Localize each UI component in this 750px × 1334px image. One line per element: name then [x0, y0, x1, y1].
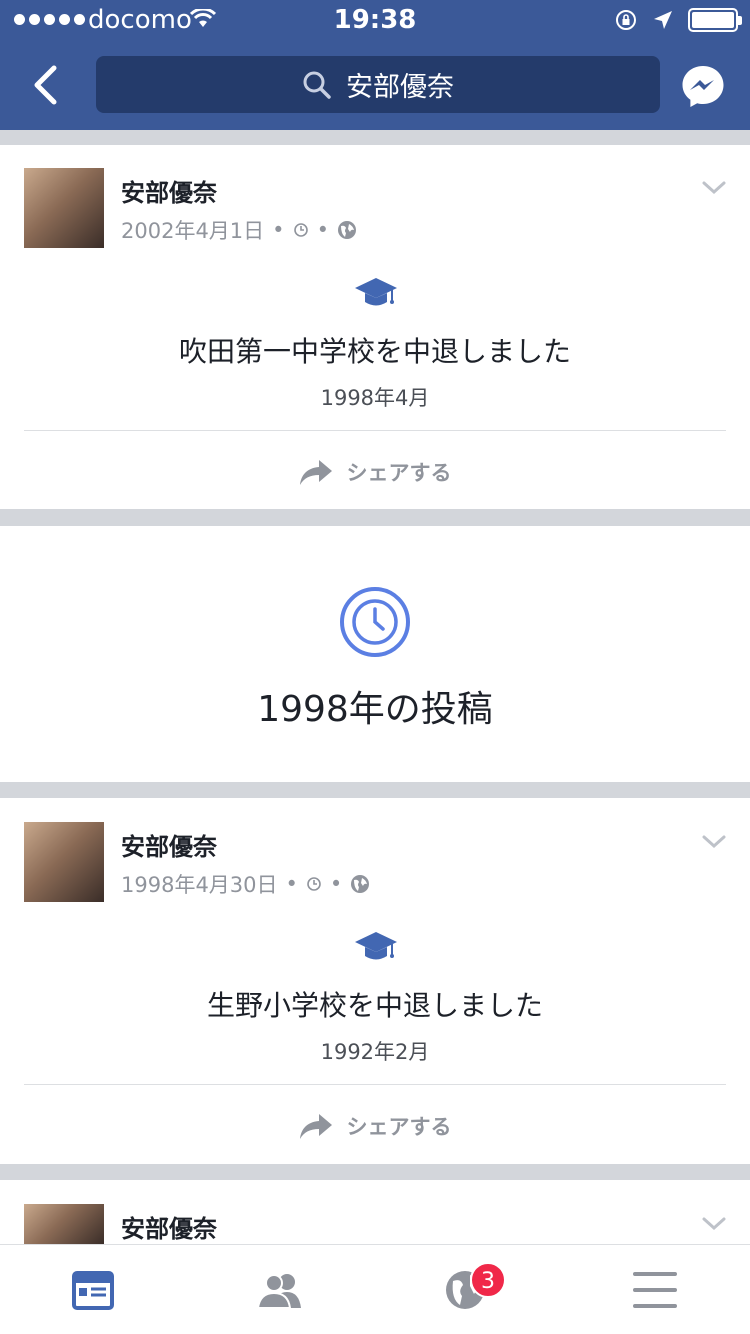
share-button[interactable]: シェアする [0, 452, 750, 492]
hamburger-menu-icon [633, 1272, 677, 1308]
status-right [614, 8, 742, 32]
chevron-down-icon[interactable] [698, 832, 730, 852]
avatar[interactable] [24, 822, 104, 902]
globe-icon [351, 875, 370, 893]
tab-news-feed[interactable] [53, 1245, 133, 1334]
clock-icon [340, 587, 410, 657]
life-event-date: 1998年4月 [320, 386, 430, 410]
graduation-cap-icon [355, 278, 397, 306]
tab-bar [0, 1244, 750, 1334]
clock-small-icon [293, 223, 308, 237]
post-author[interactable]: 安部優奈 [121, 173, 217, 208]
location-arrow-icon [654, 11, 672, 29]
avatar[interactable] [24, 1204, 104, 1244]
orientation-lock-icon [616, 10, 636, 30]
post-card [0, 1180, 750, 1250]
post-meta: 1998年4月30日 • • [121, 869, 370, 899]
search-query-text: 安部優奈 [346, 72, 454, 103]
post-date[interactable]: 1998年4月30日 [121, 869, 278, 899]
share-label: シェアする [346, 461, 452, 485]
share-arrow-icon [299, 460, 332, 485]
top-bar: docomo 19:38 安部優奈 [0, 0, 750, 130]
share-button[interactable]: シェアする [0, 1106, 750, 1146]
share-label: シェアする [346, 1115, 452, 1139]
divider [24, 430, 726, 431]
tab-menu[interactable] [615, 1245, 695, 1334]
dot-separator: • [285, 872, 298, 896]
globe-icon [337, 221, 356, 239]
life-event-title: 吹田第一中学校を中退しました [178, 335, 571, 368]
dot-separator: • [329, 872, 343, 896]
notification-badge: 3 [470, 1262, 506, 1298]
chevron-down-icon[interactable] [698, 1214, 730, 1234]
post-date[interactable]: 2002年4月1日 [121, 215, 264, 245]
dot-separator: • [316, 218, 329, 242]
status-bar: docomo 19:38 [0, 0, 750, 40]
life-event-date: 1992年2月 [320, 1040, 430, 1064]
year-section-title: 1998年の投稿 [257, 689, 493, 730]
battery-icon [688, 8, 742, 32]
chevron-down-icon[interactable] [698, 178, 730, 198]
share-arrow-icon [299, 1114, 332, 1139]
search-icon [303, 71, 331, 99]
search-bar[interactable]: 安部優奈 [96, 56, 660, 113]
divider [24, 1084, 726, 1085]
dot-separator: • [272, 218, 285, 242]
messenger-icon[interactable] [681, 64, 725, 108]
life-event-title: 生野小学校を中退しました [206, 989, 543, 1022]
news-feed-icon [72, 1271, 114, 1310]
graduation-cap-icon [355, 932, 397, 960]
post-author[interactable]: 安部優奈 [121, 1209, 217, 1244]
post-author[interactable]: 安部優奈 [121, 827, 217, 862]
avatar[interactable] [24, 168, 104, 248]
tab-friends[interactable] [240, 1245, 320, 1334]
friends-icon [256, 1274, 301, 1309]
clock-small-icon [307, 877, 321, 891]
post-meta: 2002年4月1日 • • [121, 215, 357, 245]
back-chevron-icon[interactable] [28, 64, 64, 106]
